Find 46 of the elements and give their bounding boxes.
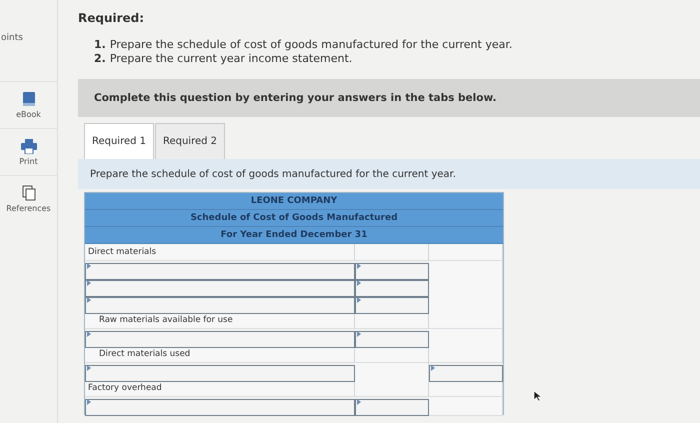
sidebar-item[interactable]: Print (0, 128, 57, 175)
task-text: 2. Prepare the current year income statement. (94, 52, 354, 66)
flag-icon (87, 280, 91, 286)
tab[interactable]: Required 1 (84, 123, 154, 159)
table-title: Schedule of Cost of Goods Manufactured (85, 210, 503, 227)
printer-icon (20, 138, 36, 154)
flag-icon (87, 399, 91, 405)
input-field[interactable] (355, 280, 429, 297)
flag-icon (87, 263, 91, 269)
flag-icon (87, 331, 91, 337)
sidebar-label: References (6, 204, 51, 213)
input-field[interactable] (85, 399, 355, 416)
instruction-banner: Complete this question by entering your answers in the tabs below. (78, 79, 700, 117)
sidebar-label: Print (19, 156, 38, 166)
flag-icon (431, 365, 435, 371)
heading: Required: (78, 10, 146, 27)
flag-icon (357, 331, 361, 337)
instruction-strip: Prepare the schedule of cost of goods manufactured for the current year. (78, 159, 700, 189)
input-field[interactable] (85, 263, 355, 280)
flag-icon (87, 297, 91, 303)
input-field[interactable] (355, 297, 429, 314)
input-field[interactable] (355, 263, 429, 280)
sidebar-item[interactable]: eBook (0, 81, 57, 128)
points-label: oints (1, 33, 24, 45)
flag-icon (357, 297, 361, 303)
input-field[interactable] (355, 331, 429, 348)
table-title: For Year Ended December 31 (85, 227, 503, 244)
task-text: 1. Prepare the schedule of cost of goods manufactured for the current year. (94, 38, 514, 52)
sidebar-label: eBook (16, 110, 41, 119)
pages-icon (22, 185, 36, 201)
table-title: LEONE COMPANY (85, 193, 503, 210)
input-field[interactable] (85, 280, 355, 297)
input-field[interactable] (355, 399, 429, 416)
flag-icon (87, 365, 91, 371)
sidebar-item[interactable]: References (0, 175, 57, 222)
book-icon (22, 91, 36, 107)
flag-icon (357, 399, 361, 405)
input-field[interactable] (85, 297, 355, 314)
flag-icon (357, 263, 361, 269)
input-field[interactable] (85, 331, 355, 348)
input-field[interactable] (429, 365, 503, 382)
flag-icon (357, 280, 361, 286)
tab[interactable]: Required 2 (155, 123, 225, 159)
row-label: Direct materials (85, 244, 355, 261)
cursor-icon (533, 390, 543, 402)
input-field[interactable] (85, 365, 355, 382)
